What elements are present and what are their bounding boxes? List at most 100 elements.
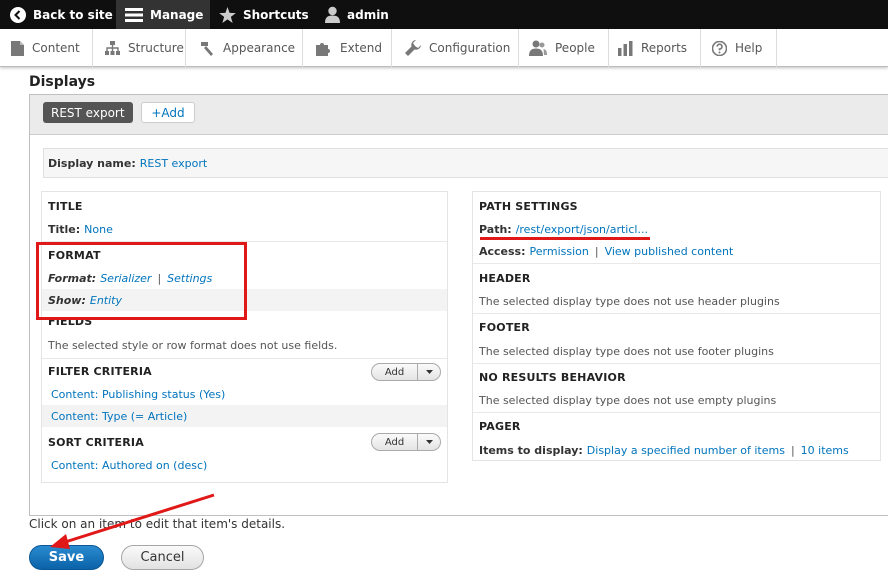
access-row[interactable]: Access: Permission | View published cont…: [473, 240, 880, 262]
divider: [473, 313, 880, 314]
user-tab[interactable]: admin: [325, 0, 389, 29]
no-results-note: The selected display type does not use e…: [479, 393, 777, 407]
path-underline-annotation: [480, 237, 650, 240]
tray-item-help[interactable]: Help: [701, 29, 777, 67]
displays-heading: Displays: [29, 74, 96, 90]
display-name-label: Display name:: [48, 156, 136, 170]
display-tabs-bar: REST export +Add: [30, 95, 888, 135]
tray-item-structure[interactable]: Structure: [93, 29, 186, 67]
footer-row: The selected display type does not use f…: [473, 340, 880, 362]
divider: [473, 263, 880, 264]
manage-label: Manage: [150, 7, 204, 22]
title-label: Title:: [48, 222, 81, 236]
title-row[interactable]: Title: None: [42, 218, 447, 240]
pager-type-link[interactable]: Display a specified number of items: [587, 444, 785, 457]
chevron-down-icon[interactable]: [418, 440, 440, 444]
tray-item-label: Extend: [340, 41, 382, 55]
filter-item-link[interactable]: Content: Type (= Article): [51, 410, 187, 423]
back-to-site-label: Back to site: [33, 7, 113, 22]
bar-chart-icon: [618, 40, 633, 56]
filter-add-dropbutton[interactable]: Add: [371, 363, 441, 381]
file-icon: [11, 40, 24, 56]
header-row: The selected display type does not use h…: [473, 290, 880, 312]
format-highlight-annotation: [36, 242, 247, 320]
tray-item-label: Structure: [128, 41, 184, 55]
add-display-button[interactable]: +Add: [141, 102, 195, 123]
puzzle-icon: [316, 43, 330, 56]
pager-heading: PAGER: [479, 420, 521, 433]
star-icon: [219, 6, 236, 23]
sort-add-dropbutton[interactable]: Add: [371, 433, 441, 451]
tray-item-appearance[interactable]: Appearance: [186, 29, 303, 67]
chevron-down-icon[interactable]: [418, 370, 440, 374]
save-button[interactable]: Save: [29, 545, 104, 570]
filter-item-link[interactable]: Content: Publishing status (Yes): [51, 388, 225, 401]
footer-section-heading: FOOTER: [479, 321, 530, 334]
tray-item-content[interactable]: Content: [0, 29, 93, 67]
wrench-icon: [405, 40, 421, 56]
path-label: Path:: [479, 222, 512, 236]
manage-tab[interactable]: Manage: [116, 0, 210, 29]
path-settings-heading: PATH SETTINGS: [479, 200, 578, 213]
header-note: The selected display type does not use h…: [479, 294, 780, 308]
separator: |: [594, 244, 599, 258]
back-to-site-link[interactable]: Back to site: [10, 0, 113, 29]
tray-item-configuration[interactable]: Configuration: [392, 29, 519, 67]
tray-item-label: Configuration: [429, 41, 511, 55]
fields-note: The selected style or row format does no…: [48, 338, 338, 352]
path-value-link[interactable]: /rest/export/json/articl...: [516, 223, 648, 236]
header-section-heading: HEADER: [479, 272, 531, 285]
question-icon: [712, 40, 727, 56]
help-text: Click on an item to edit that item's det…: [29, 517, 286, 531]
divider: [473, 363, 880, 364]
pager-count-link[interactable]: 10 items: [801, 444, 849, 457]
tray-item-label: Appearance: [223, 41, 296, 55]
tray-item-reports[interactable]: Reports: [609, 29, 701, 67]
access-permission-link[interactable]: Permission: [530, 245, 589, 258]
tray-item-label: Content: [32, 41, 80, 55]
access-perm-link[interactable]: View published content: [605, 245, 734, 258]
title-section-heading: TITLE: [48, 200, 83, 213]
divider: [473, 412, 880, 413]
tray-item-extend[interactable]: Extend: [303, 29, 392, 67]
tray-item-people[interactable]: People: [519, 29, 609, 67]
fields-row: The selected style or row format does no…: [42, 334, 447, 356]
filter-add-button[interactable]: Add: [372, 364, 418, 380]
no-results-heading: NO RESULTS BEHAVIOR: [479, 371, 626, 384]
right-column: PATH SETTINGS Path: /rest/export/json/ar…: [472, 191, 881, 461]
admin-toolbar: Back to site Manage Shortcuts admin: [0, 0, 888, 29]
hamburger-icon: [125, 7, 143, 22]
footer-note: The selected display type does not use f…: [479, 344, 774, 358]
filter-item-row[interactable]: Content: Type (= Article): [42, 405, 447, 427]
cancel-button[interactable]: Cancel: [121, 545, 204, 570]
filter-item-row[interactable]: Content: Publishing status (Yes): [42, 383, 447, 405]
sitemap-icon: [105, 41, 120, 55]
paintbrush-icon: [201, 42, 213, 56]
sort-item-link[interactable]: Content: Authored on (desc): [51, 459, 207, 472]
tray-item-label: Help: [735, 41, 763, 55]
sort-item-row[interactable]: Content: Authored on (desc): [42, 454, 447, 476]
admin-tray: Content Structure Appearance Extend Conf…: [0, 29, 888, 67]
filter-section-heading: FILTER CRITERIA: [48, 365, 152, 378]
people-icon: [529, 40, 547, 56]
shortcuts-tab[interactable]: Shortcuts: [219, 0, 309, 29]
separator: |: [790, 443, 795, 457]
pager-label: Items to display:: [479, 443, 583, 457]
user-icon: [325, 6, 340, 23]
sort-section-heading: SORT CRITERIA: [48, 436, 144, 449]
display-name-row: Display name: REST export: [43, 148, 888, 178]
user-label: admin: [347, 7, 389, 22]
display-name-link[interactable]: REST export: [140, 157, 207, 170]
back-arrow-icon: [10, 6, 26, 23]
title-value-link[interactable]: None: [84, 223, 113, 236]
pager-row[interactable]: Items to display: Display a specified nu…: [473, 439, 880, 461]
no-results-row: The selected display type does not use e…: [473, 389, 880, 411]
shortcuts-label: Shortcuts: [243, 7, 309, 22]
tray-item-label: People: [555, 41, 595, 55]
access-label: Access:: [479, 244, 526, 258]
left-column: TITLE Title: None FORMAT Format: Seriali…: [41, 191, 448, 483]
divider: [42, 358, 447, 359]
sort-add-button[interactable]: Add: [372, 434, 418, 450]
tray-item-label: Reports: [641, 41, 688, 55]
tab-rest-export[interactable]: REST export: [43, 102, 133, 123]
